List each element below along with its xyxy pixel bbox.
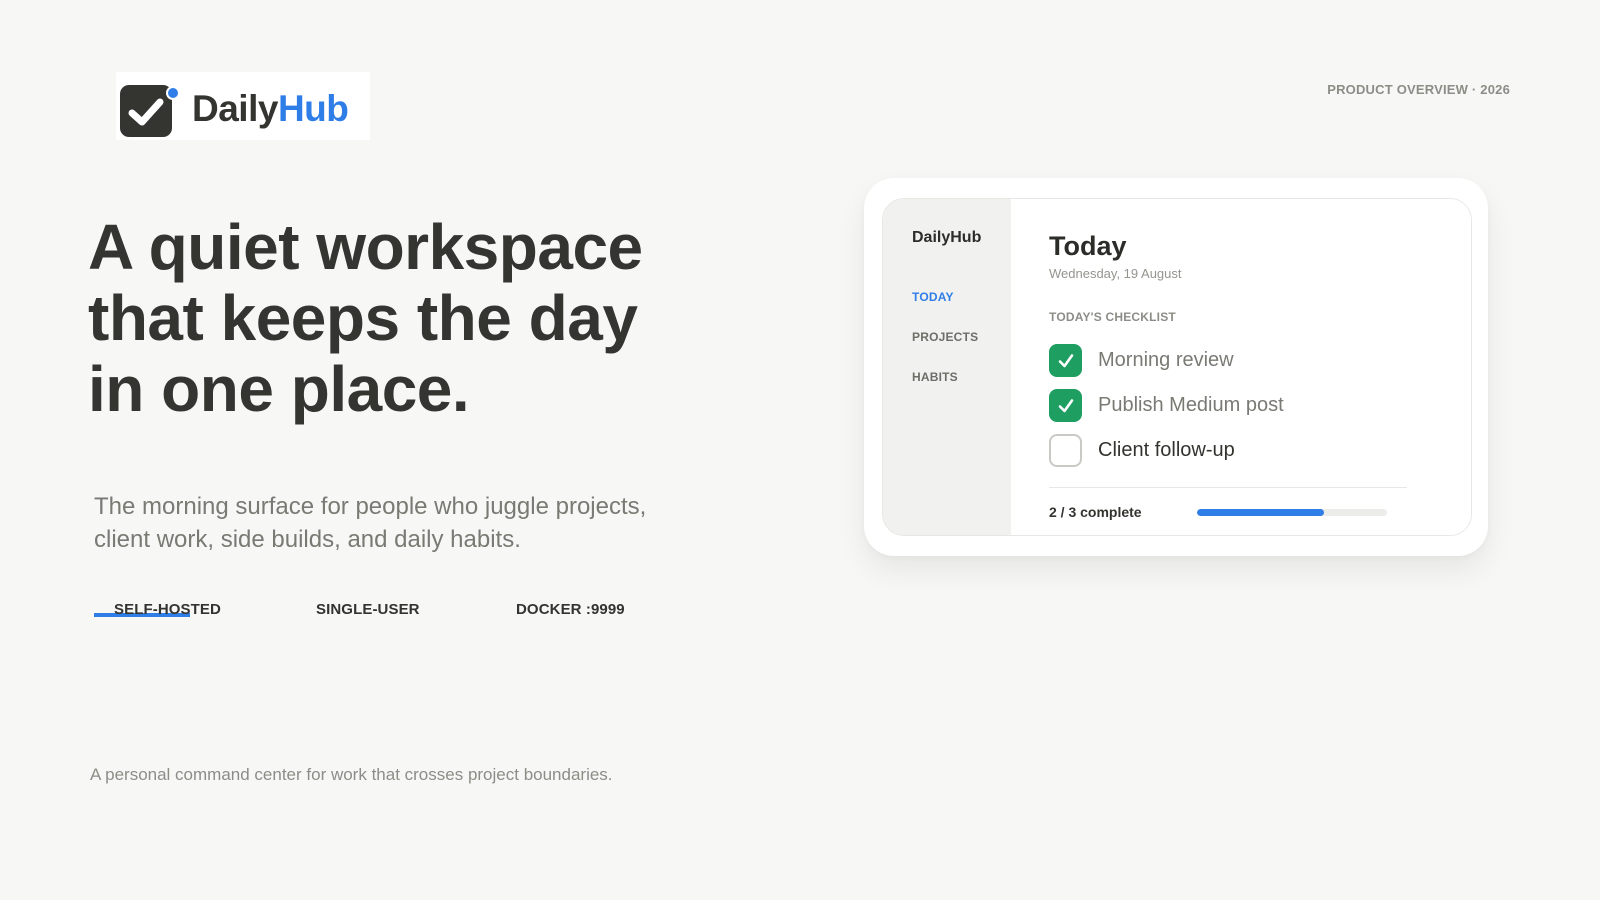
checklist-item-label: Client follow-up <box>1098 439 1235 461</box>
brand-wordmark: DailyHub <box>192 88 349 130</box>
app-preview-window: DailyHub TODAY PROJECTS HABITS Today Wed… <box>882 198 1472 536</box>
hero-subtitle: The morning surface for people who juggl… <box>94 490 734 556</box>
notification-dot-icon <box>166 86 180 100</box>
overview-label: PRODUCT OVERVIEW · 2026 <box>1327 82 1510 97</box>
checklist-item[interactable]: Publish Medium post <box>1049 383 1471 428</box>
app-sidebar-nav: TODAY PROJECTS HABITS <box>912 289 1011 409</box>
checkbox-checked[interactable] <box>1049 344 1082 377</box>
tag-single-user: SINGLE-USER <box>316 601 420 618</box>
checklist: Morning review Publish Medium post Clien… <box>1049 338 1471 473</box>
page: DailyHub PRODUCT OVERVIEW · 2026 A quiet… <box>0 0 1600 900</box>
app-sidebar-brand: DailyHub <box>912 229 982 246</box>
sidebar-item-today[interactable]: TODAY <box>912 289 1011 329</box>
headline-line: that keeps the day <box>88 282 638 354</box>
checkbox-check-icon <box>120 80 180 137</box>
checkbox-unchecked[interactable] <box>1049 434 1082 467</box>
checklist-item[interactable]: Client follow-up <box>1049 428 1471 473</box>
sidebar-item-projects[interactable]: PROJECTS <box>912 329 1011 369</box>
page-title: Today <box>1049 231 1127 261</box>
checkbox-checked[interactable] <box>1049 389 1082 422</box>
checklist-item-label: Morning review <box>1098 349 1234 371</box>
app-preview-card: DailyHub TODAY PROJECTS HABITS Today Wed… <box>864 178 1488 556</box>
sidebar-item-habits[interactable]: HABITS <box>912 369 1011 409</box>
tag-docker-port: DOCKER :9999 <box>516 601 625 618</box>
subtitle-line: client work, side builds, and daily habi… <box>94 526 521 553</box>
brand-name-hub: Hub <box>277 88 349 129</box>
footer-tagline: A personal command center for work that … <box>90 765 613 784</box>
app-sidebar: DailyHub TODAY PROJECTS HABITS <box>883 199 1011 535</box>
progress-row: 2 / 3 complete <box>1049 504 1471 520</box>
page-date: Wednesday, 19 August <box>1049 266 1182 281</box>
subtitle-line: The morning surface for people who juggl… <box>94 493 647 520</box>
app-main-panel: Today Wednesday, 19 August TODAY'S CHECK… <box>1011 199 1471 535</box>
progress-text: 2 / 3 complete <box>1049 504 1142 520</box>
headline-line: A quiet workspace <box>88 211 643 283</box>
checklist-item-label: Publish Medium post <box>1098 394 1284 416</box>
tag-self-hosted: SELF-HOSTED <box>114 601 221 618</box>
brand-name-daily: Daily <box>192 88 278 129</box>
headline-line: in one place. <box>88 353 470 425</box>
progress-bar <box>1197 508 1387 516</box>
checklist-item[interactable]: Morning review <box>1049 338 1471 383</box>
checkmark-icon <box>1058 353 1073 367</box>
brand-logo: DailyHub <box>116 72 370 140</box>
checkmark-icon <box>1058 398 1073 412</box>
progress-bar-fill <box>1197 508 1324 516</box>
hero-headline: A quiet workspace that keeps the day in … <box>88 212 728 425</box>
checklist-section-label: TODAY'S CHECKLIST <box>1049 310 1176 324</box>
divider <box>1049 487 1407 488</box>
